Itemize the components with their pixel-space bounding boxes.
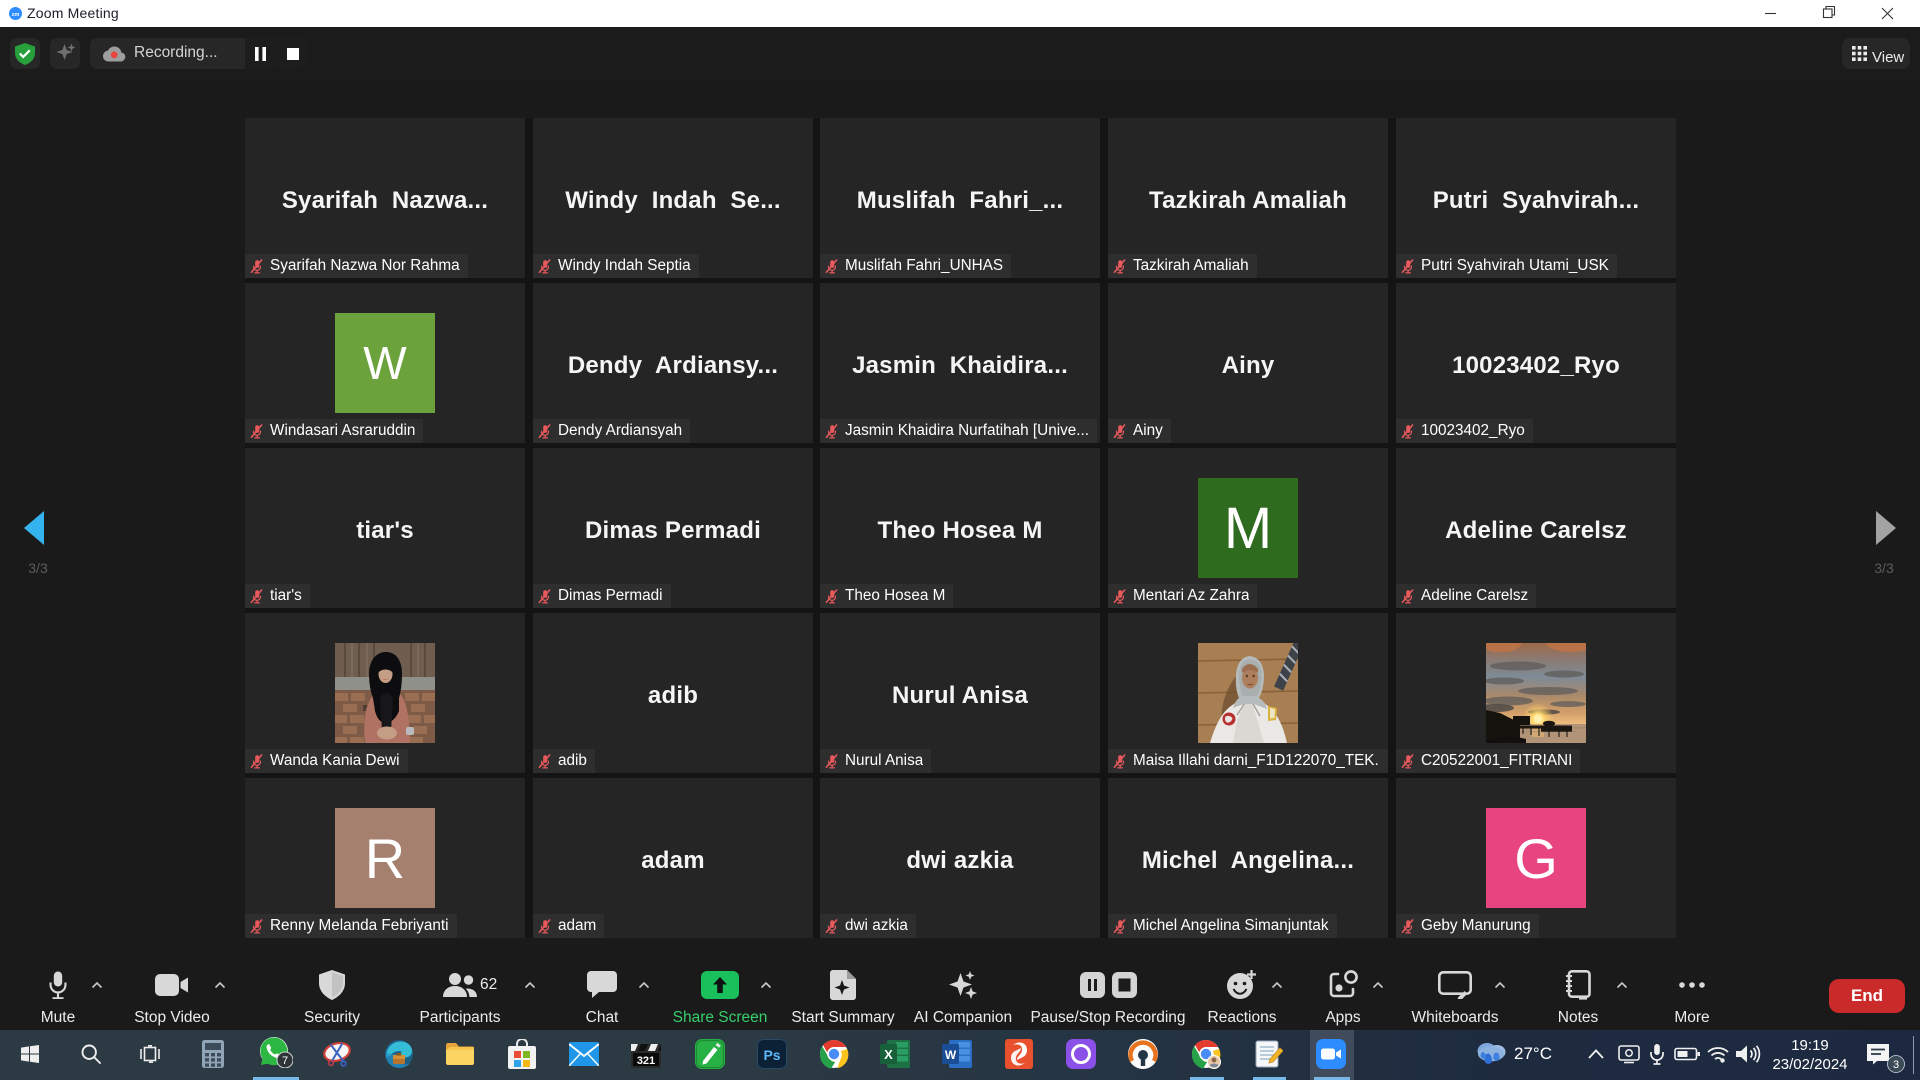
svg-text:W: W [945, 1048, 957, 1062]
svg-text:321: 321 [637, 1055, 655, 1067]
svg-text:7: 7 [282, 1055, 288, 1067]
svg-text:3: 3 [1893, 1059, 1899, 1071]
svg-text:zm: zm [12, 12, 20, 18]
svg-text:X: X [884, 1047, 893, 1062]
svg-text:Ps: Ps [763, 1047, 780, 1063]
